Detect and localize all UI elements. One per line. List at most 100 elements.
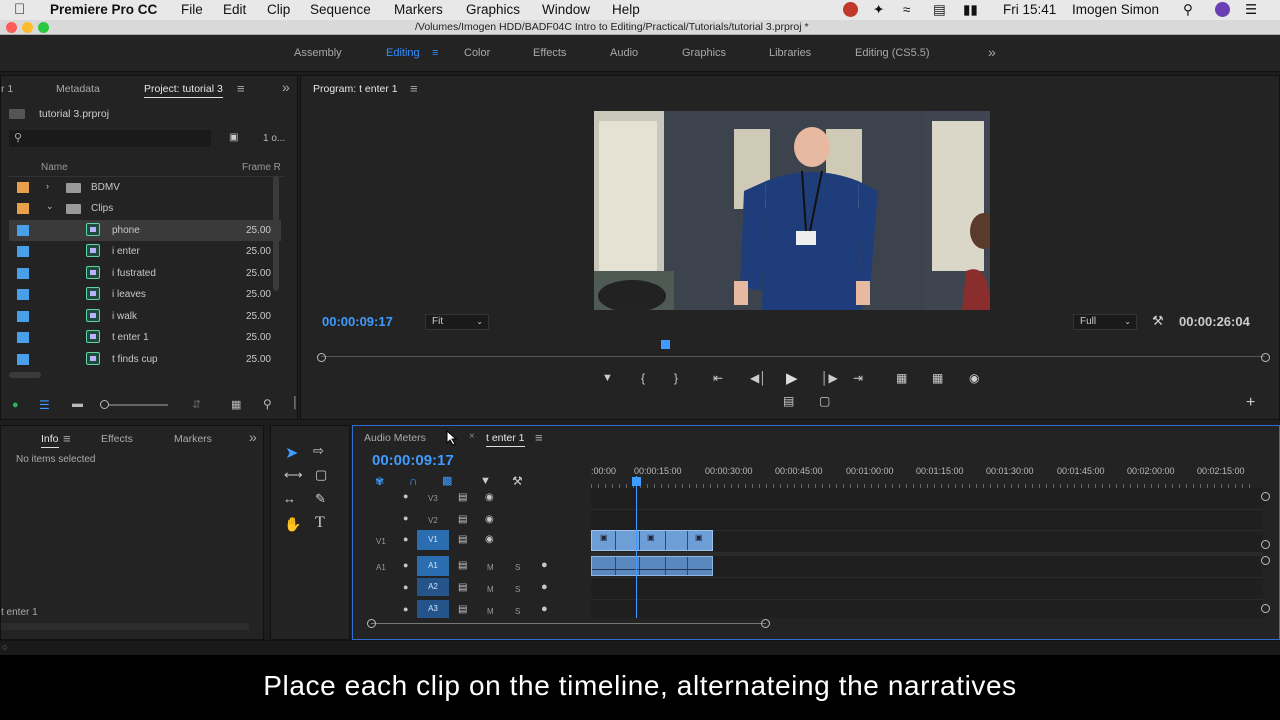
- tab-project[interactable]: Project: tutorial 3: [144, 83, 223, 98]
- program-monitor-title[interactable]: Program: t enter 1: [313, 83, 398, 95]
- track-header-a3[interactable]: ● A3 ▤ M S ●: [353, 600, 591, 622]
- menu-help[interactable]: Help: [612, 2, 640, 17]
- tab-audio-meters[interactable]: Audio Meters: [364, 432, 426, 444]
- workspace-menu-icon[interactable]: ≡: [432, 47, 438, 59]
- menu-file[interactable]: File: [181, 2, 203, 17]
- step-back-icon[interactable]: ◀│: [750, 371, 767, 385]
- spotlight-icon[interactable]: ⚲: [1183, 2, 1193, 18]
- mark-out-icon[interactable]: }: [674, 371, 678, 385]
- list-item[interactable]: phone 25.00: [9, 220, 281, 241]
- sync-lock-icon[interactable]: ▤: [458, 514, 467, 525]
- timeline-timecode[interactable]: 00:00:09:17: [372, 452, 454, 469]
- clip-edit-point[interactable]: [615, 557, 616, 575]
- minimize-window-button[interactable]: [22, 22, 33, 33]
- audio-scroll-handle[interactable]: [1261, 556, 1270, 565]
- workspace-overflow-icon[interactable]: »: [988, 44, 996, 60]
- track-header-a2[interactable]: ● A2 ▤ M S ●: [353, 578, 591, 600]
- zoom-slider-handle[interactable]: [100, 400, 109, 409]
- export-frame-camera-icon[interactable]: ◉: [969, 371, 979, 385]
- safe-margins-icon[interactable]: ▢: [819, 394, 830, 408]
- track-header-a1[interactable]: A1 ● A1 ▤ M S ●: [353, 556, 591, 578]
- track-target-a3[interactable]: A3: [417, 600, 449, 618]
- sync-lock-icon[interactable]: ▤: [458, 492, 467, 503]
- panel-menu-icon[interactable]: ≡: [535, 430, 543, 445]
- tab-partial[interactable]: r 1: [1, 83, 13, 95]
- list-item[interactable]: ⌄ Clips: [9, 198, 281, 219]
- ripple-edit-tool-icon[interactable]: ⟷: [284, 467, 303, 483]
- playhead-indicator[interactable]: [661, 340, 670, 349]
- timeline-playhead-handle[interactable]: [632, 477, 641, 486]
- time-ruler[interactable]: :00:00 00:00:15:00 00:00:30:00 00:00:45:…: [591, 462, 1263, 490]
- clip-edit-point[interactable]: [639, 557, 640, 575]
- siri-icon[interactable]: [1215, 2, 1230, 17]
- scrubber-end-handle[interactable]: [1261, 353, 1270, 362]
- panel-menu-icon[interactable]: ≡: [410, 81, 418, 96]
- battery-icon[interactable]: ▮▮: [963, 2, 978, 18]
- hand-tool-icon[interactable]: ✋: [284, 516, 301, 533]
- project-scrollbar[interactable]: [273, 176, 279, 291]
- sort-icon[interactable]: ⇵: [192, 398, 201, 411]
- timeline-settings-icon[interactable]: ⚒: [512, 474, 523, 488]
- video-clip-group[interactable]: ▣ ▣ ▣: [591, 530, 713, 551]
- clip-edit-point[interactable]: [687, 557, 688, 575]
- linked-selection-icon[interactable]: ▩: [442, 474, 452, 487]
- list-item[interactable]: i enter 25.00: [9, 241, 281, 262]
- menu-markers[interactable]: Markers: [394, 2, 443, 17]
- settings-wrench-icon[interactable]: ⚒: [1152, 313, 1164, 329]
- add-marker-icon[interactable]: ▼: [602, 372, 613, 384]
- clip-edit-point[interactable]: [687, 531, 688, 550]
- button-editor-plus-icon[interactable]: +: [1246, 394, 1255, 412]
- wifi-icon[interactable]: ≈: [903, 2, 910, 17]
- zoom-slider[interactable]: [100, 400, 168, 409]
- list-view-icon[interactable]: ☰: [39, 398, 50, 412]
- step-forward-icon[interactable]: │▶: [821, 371, 838, 385]
- lock-track-icon[interactable]: ●: [403, 491, 408, 501]
- slip-tool-icon[interactable]: ↔: [283, 491, 296, 506]
- lock-icon[interactable]: ●: [12, 399, 19, 411]
- mute-button[interactable]: M: [487, 563, 494, 572]
- menu-clip[interactable]: Clip: [267, 2, 290, 17]
- list-item[interactable]: i fustrated 25.00: [9, 263, 281, 284]
- project-search-input[interactable]: ⚲: [9, 130, 211, 147]
- playhead-scrubber[interactable]: [321, 356, 1265, 357]
- list-item[interactable]: t finds cup 25.00: [9, 349, 281, 370]
- mute-button[interactable]: M: [487, 607, 494, 616]
- selection-tool-icon[interactable]: ➤: [285, 443, 298, 463]
- extract-icon[interactable]: ▦: [932, 371, 943, 385]
- microphone-icon[interactable]: ●: [541, 559, 548, 571]
- workspace-editing[interactable]: Editing: [386, 47, 420, 59]
- source-patch-label[interactable]: A1: [376, 563, 386, 572]
- display-icon[interactable]: ▤: [933, 2, 946, 18]
- sync-lock-icon[interactable]: ▤: [458, 582, 467, 593]
- workspace-effects[interactable]: Effects: [533, 47, 566, 59]
- track-target-a2[interactable]: A2: [417, 578, 449, 596]
- lock-track-icon[interactable]: ●: [403, 560, 408, 570]
- track-target-a1[interactable]: A1: [417, 556, 449, 576]
- timeline-zoom-end-handle[interactable]: [761, 619, 770, 628]
- lock-track-icon[interactable]: ●: [403, 534, 408, 544]
- go-to-in-icon[interactable]: ⇤: [713, 371, 723, 385]
- menu-window[interactable]: Window: [542, 2, 590, 17]
- audio-clip-group[interactable]: [591, 556, 713, 576]
- eye-icon[interactable]: ◉: [485, 514, 494, 525]
- audio-scroll-handle[interactable]: [1261, 604, 1270, 613]
- playback-resolution-select[interactable]: Full ⌄: [1073, 314, 1137, 330]
- menu-edit[interactable]: Edit: [223, 2, 246, 17]
- add-marker-icon[interactable]: ▼: [480, 475, 491, 487]
- lock-track-icon[interactable]: ●: [403, 513, 408, 523]
- menu-graphics[interactable]: Graphics: [466, 2, 520, 17]
- panel-menu-icon[interactable]: ≡: [237, 81, 245, 96]
- insert-nest-icon[interactable]: ✾: [375, 475, 384, 488]
- list-item[interactable]: t enter 1 25.00: [9, 327, 281, 348]
- microphone-icon[interactable]: ●: [541, 603, 548, 615]
- clip-edit-point[interactable]: [639, 531, 640, 550]
- vr-video-icon[interactable]: ▤: [783, 394, 794, 408]
- program-timecode[interactable]: 00:00:09:17: [322, 314, 393, 329]
- video-scroll-handle[interactable]: [1261, 540, 1270, 549]
- tab-metadata[interactable]: Metadata: [56, 83, 100, 95]
- icon-view-icon[interactable]: ▬: [72, 398, 83, 410]
- razor-tool-icon[interactable]: ▢: [315, 467, 327, 483]
- go-to-out-icon[interactable]: ⇥: [853, 371, 863, 385]
- workspace-assembly[interactable]: Assembly: [294, 47, 342, 59]
- track-select-tool-icon[interactable]: ⇨: [313, 443, 324, 459]
